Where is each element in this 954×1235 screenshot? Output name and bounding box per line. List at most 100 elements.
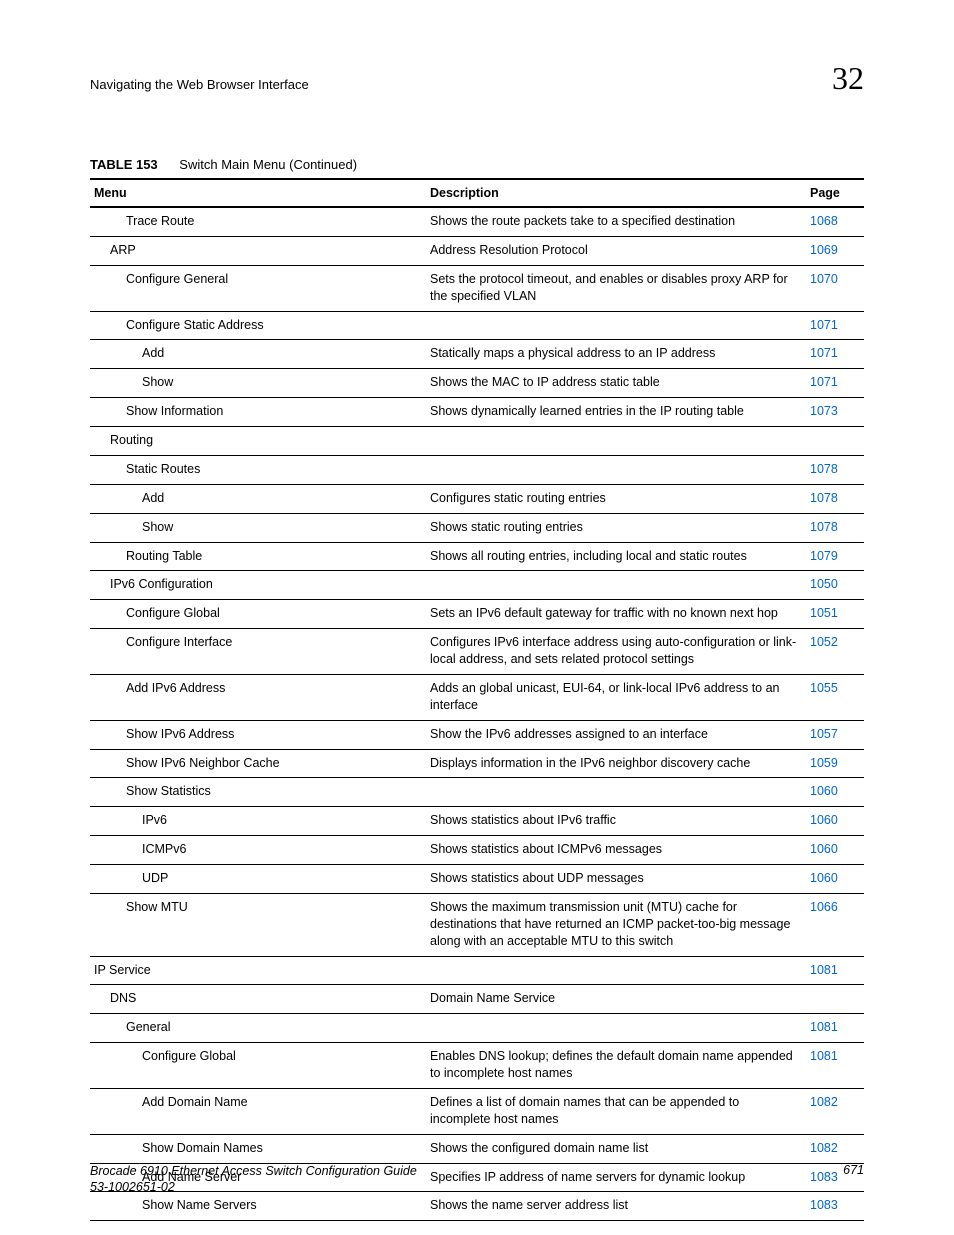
page-link[interactable]: 1057 [810,727,838,741]
description-cell [426,956,806,985]
page-link[interactable]: 1081 [810,963,838,977]
menu-cell: Show Information [90,398,426,427]
page-link[interactable]: 1081 [810,1049,838,1063]
page-link[interactable]: 1051 [810,606,838,620]
table-row: Trace RouteShows the route packets take … [90,207,864,236]
description-cell: Defines a list of domain names that can … [426,1088,806,1134]
page-cell: 1082 [806,1134,864,1163]
page-cell: 1060 [806,807,864,836]
table-row: Add IPv6 AddressAdds an global unicast, … [90,674,864,720]
page-cell: 1057 [806,720,864,749]
page-link[interactable]: 1052 [810,635,838,649]
page-link[interactable]: 1060 [810,842,838,856]
page-cell: 1060 [806,836,864,865]
menu-cell: Configure General [90,265,426,311]
table-row: Add Domain NameDefines a list of domain … [90,1088,864,1134]
description-cell: Sets the protocol timeout, and enables o… [426,265,806,311]
page-link[interactable]: 1068 [810,214,838,228]
page-link[interactable]: 1055 [810,681,838,695]
page-link[interactable]: 1060 [810,784,838,798]
table-row: ICMPv6Shows statistics about ICMPv6 mess… [90,836,864,865]
page-cell: 1081 [806,1014,864,1043]
page-link[interactable]: 1070 [810,272,838,286]
page-cell: 1082 [806,1088,864,1134]
menu-table: Menu Description Page Trace RouteShows t… [90,180,864,1221]
menu-cell: Show [90,513,426,542]
menu-cell: IPv6 Configuration [90,571,426,600]
description-cell [426,1014,806,1043]
description-cell: Shows all routing entries, including loc… [426,542,806,571]
page-cell [806,985,864,1014]
page-link[interactable]: 1066 [810,900,838,914]
description-cell: Shows the configured domain name list [426,1134,806,1163]
table-row: ShowShows the MAC to IP address static t… [90,369,864,398]
table-row: General1081 [90,1014,864,1043]
table-row: Show IPv6 Neighbor CacheDisplays informa… [90,749,864,778]
page-cell: 1051 [806,600,864,629]
page-link[interactable]: 1078 [810,520,838,534]
page-cell: 1059 [806,749,864,778]
page-link[interactable]: 1060 [810,813,838,827]
table-row: Routing [90,427,864,456]
table-row: Routing TableShows all routing entries, … [90,542,864,571]
page-cell: 1050 [806,571,864,600]
menu-cell: Static Routes [90,455,426,484]
description-cell [426,778,806,807]
table-row: Static Routes 1078 [90,455,864,484]
page-cell: 1052 [806,629,864,675]
description-cell: Shows static routing entries [426,513,806,542]
page-cell: 1078 [806,484,864,513]
description-cell [426,427,806,456]
menu-cell: Show Statistics [90,778,426,807]
menu-cell: Add IPv6 Address [90,674,426,720]
table-row: Configure Static Address1071 [90,311,864,340]
description-cell: Configures IPv6 interface address using … [426,629,806,675]
page-link[interactable]: 1083 [810,1198,838,1212]
page-link[interactable]: 1082 [810,1141,838,1155]
page-cell: 1079 [806,542,864,571]
table-row: ARPAddress Resolution Protocol1069 [90,236,864,265]
page-cell: 1078 [806,513,864,542]
page-link[interactable]: 1050 [810,577,838,591]
page-cell: 1081 [806,1043,864,1089]
page-link[interactable]: 1081 [810,1020,838,1034]
menu-cell: Routing Table [90,542,426,571]
menu-cell: ICMPv6 [90,836,426,865]
page-link[interactable]: 1071 [810,318,838,332]
page-cell: 1083 [806,1192,864,1221]
page-link[interactable]: 1078 [810,462,838,476]
menu-cell: DNS [90,985,426,1014]
menu-cell: Show Name Servers [90,1192,426,1221]
description-cell: Enables DNS lookup; defines the default … [426,1043,806,1089]
description-cell: Sets an IPv6 default gateway for traffic… [426,600,806,629]
table-row: Show InformationShows dynamically learne… [90,398,864,427]
page-cell: 1078 [806,455,864,484]
table-row: Show Statistics 1060 [90,778,864,807]
page-link[interactable]: 1060 [810,871,838,885]
page-link[interactable]: 1078 [810,491,838,505]
page-link[interactable]: 1071 [810,375,838,389]
menu-cell: Show IPv6 Neighbor Cache [90,749,426,778]
menu-cell: UDP [90,865,426,894]
page-link[interactable]: 1071 [810,346,838,360]
page-link[interactable]: 1059 [810,756,838,770]
page-cell: 1081 [806,956,864,985]
table-number: TABLE 153 [90,157,158,172]
table-row: AddConfigures static routing entries1078 [90,484,864,513]
description-cell: Shows the name server address list [426,1192,806,1221]
description-cell [426,455,806,484]
menu-cell: Show [90,369,426,398]
page-link[interactable]: 1079 [810,549,838,563]
menu-cell: Add [90,484,426,513]
page-link[interactable]: 1069 [810,243,838,257]
page-cell [806,427,864,456]
menu-cell: Configure Global [90,600,426,629]
page-link[interactable]: 1082 [810,1095,838,1109]
page-cell: 1068 [806,207,864,236]
description-cell: Shows dynamically learned entries in the… [426,398,806,427]
description-cell: Domain Name Service [426,985,806,1014]
page-cell: 1066 [806,893,864,956]
col-header-page: Page [806,180,864,207]
description-cell: Shows the route packets take to a specif… [426,207,806,236]
page-link[interactable]: 1073 [810,404,838,418]
